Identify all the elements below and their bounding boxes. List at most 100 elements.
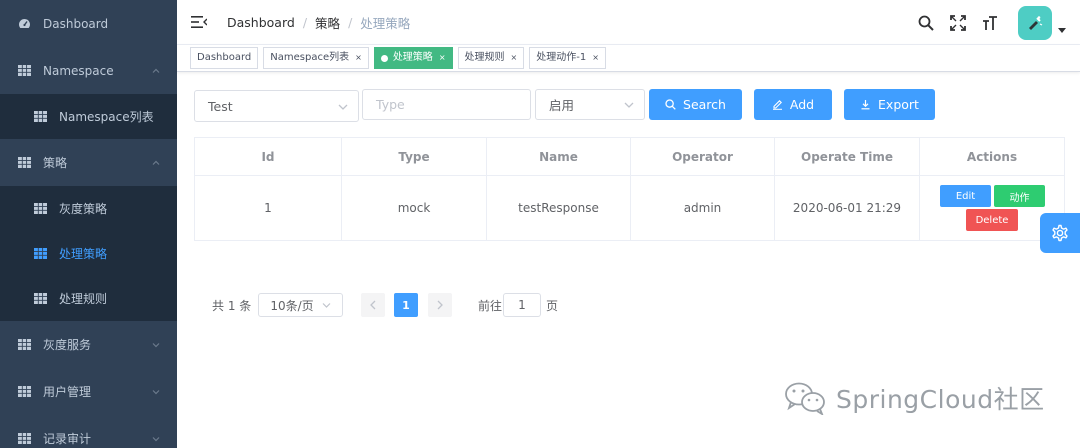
grid-icon [18,65,31,76]
table-header-row: Id Type Name Operator Operate Time Actio… [194,137,1065,176]
sidebar-item-label: 记录审计 [43,432,92,446]
font-size-icon[interactable] [982,15,998,31]
fullscreen-icon[interactable] [950,14,966,31]
add-button[interactable]: Add [754,89,832,120]
pagination-total: 共 1 条 [212,298,252,313]
hamburger-icon[interactable] [191,15,207,29]
chevron-down-icon [152,342,160,347]
wechat-icon [785,382,825,415]
close-icon[interactable]: × [511,48,518,68]
settings-button[interactable] [1040,213,1080,253]
type-placeholder: Type [376,97,405,112]
tag-label: 处理动作-1 [536,52,587,63]
tag-label: Namespace列表 [270,52,350,63]
watermark-text: SpringCloud社区 [836,385,1045,414]
tag-dashboard[interactable]: Dashboard [190,47,259,69]
search-icon[interactable] [918,15,934,31]
edit-icon [772,100,782,110]
page-number-current[interactable]: 1 [394,293,418,317]
page-size-select[interactable]: 10条/页 [258,293,343,317]
tags-view: Dashboard Namespace列表 × 处理策略 × 处理规则 × 处理… [177,45,1080,72]
status-select[interactable]: 启用 [535,89,645,120]
tag-handle-rules[interactable]: 处理规则 × [457,47,525,69]
column-header: Type [341,137,487,176]
breadcrumb-item-current: 处理策略 [360,15,411,31]
column-header: Operate Time [774,137,920,176]
cell-id: 1 [194,175,342,241]
sidebar-item-audit-log[interactable]: 记录审计 [0,415,177,448]
tag-label: Dashboard [197,52,252,63]
grid-icon [18,433,31,444]
chevron-down-icon [624,102,634,108]
tag-label: 处理策略 [392,52,433,63]
grid-icon [34,248,47,259]
grid-icon [18,339,31,350]
navbar: Dashboard / 策略 / 处理策略 [177,0,1080,45]
chevron-up-icon [152,68,160,73]
right-menu [918,0,1080,45]
cell-operate-time: 2020-06-01 21:29 [774,175,920,241]
breadcrumb-item[interactable]: Dashboard [227,15,295,30]
grid-icon [34,111,47,122]
chevron-down-icon [152,389,160,394]
sidebar-item-strategy[interactable]: 策略 [0,139,177,186]
column-header: Actions [919,137,1065,176]
sidebar-item-gray-strategy[interactable]: 灰度策略 [0,186,177,231]
next-page-button[interactable] [428,293,452,317]
grid-icon [34,293,47,304]
tag-handle-strategy[interactable]: 处理策略 × [373,47,453,69]
select-value: Test [208,98,233,114]
sidebar-item-label: Namespace [43,63,114,78]
cell-name: testResponse [486,175,631,241]
grid-icon [18,386,31,397]
prev-page-button[interactable] [361,293,385,317]
close-icon[interactable]: × [355,48,362,68]
avatar[interactable] [1018,5,1052,40]
active-dot-icon [380,54,388,62]
sidebar-item-handle-strategy[interactable]: 处理策略 [0,231,177,276]
dashboard-icon [18,18,31,29]
data-table: Id Type Name Operator Operate Time Actio… [194,137,1065,241]
sidebar-item-gray-service[interactable]: 灰度服务 [0,321,177,368]
sidebar-item-label: 策略 [43,156,68,170]
sidebar-item-user-management[interactable]: 用户管理 [0,368,177,415]
sidebar-item-namespace[interactable]: Namespace [0,47,177,94]
delete-button[interactable]: Delete [966,209,1018,231]
sidebar-item-handle-rules[interactable]: 处理规则 [0,276,177,321]
export-button[interactable]: Export [844,89,935,120]
column-header: Name [486,137,631,176]
action-button[interactable]: 动作 [994,185,1045,207]
table-row: 1 mock testResponse admin 2020-06-01 21:… [194,175,1065,241]
search-button[interactable]: Search [649,89,742,120]
close-icon[interactable]: × [439,48,446,68]
download-icon [861,100,870,110]
select-value: 启用 [549,98,575,113]
sidebar: Dashboard Namespace Namespace列表 策略 灰度策略 … [0,0,177,448]
sidebar-item-label: 处理策略 [59,247,108,261]
sidebar-item-label: 处理规则 [59,292,108,306]
namespace-select[interactable]: Test [194,90,359,122]
sidebar-item-namespace-list[interactable]: Namespace列表 [0,94,177,139]
column-header: Operator [630,137,775,176]
tag-label: 处理规则 [464,52,505,63]
tag-handle-action[interactable]: 处理动作-1 × [529,47,606,69]
caret-down-icon[interactable] [1058,26,1066,34]
breadcrumb-item[interactable]: 策略 [315,13,340,32]
chevron-down-icon [322,302,331,308]
sidebar-item-label: 用户管理 [43,385,92,399]
breadcrumb-separator: / [348,14,353,30]
cell-type: mock [341,175,487,241]
type-input[interactable]: Type [362,89,531,120]
tag-namespace-list[interactable]: Namespace列表 × [263,47,369,69]
close-icon[interactable]: × [592,48,599,68]
page-size-value: 10条/页 [270,298,314,313]
page-suffix-label: 页 [546,298,559,313]
goto-label: 前往 [478,298,503,313]
chevron-up-icon [152,160,160,165]
goto-page-input[interactable]: 1 [503,293,541,317]
edit-button[interactable]: Edit [940,185,991,207]
chevron-down-icon [152,436,160,441]
sidebar-item-dashboard[interactable]: Dashboard [0,0,177,47]
sidebar-item-label: 灰度服务 [43,338,92,352]
add-label: Add [789,97,815,112]
